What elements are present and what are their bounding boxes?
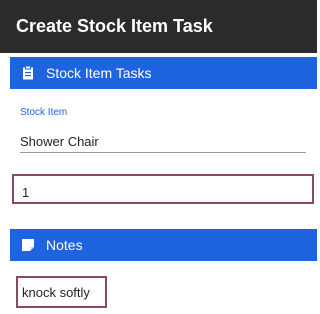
section-label: Stock Item Tasks (46, 65, 152, 81)
page-title: Create Stock Item Task (16, 16, 213, 36)
section-label: Notes (46, 237, 83, 253)
quantity-field[interactable]: 1 (12, 174, 314, 204)
notes-field[interactable]: knock softly (16, 276, 107, 308)
note-icon (20, 237, 36, 253)
section-header-stock-item-tasks[interactable]: Stock Item Tasks (10, 57, 317, 89)
stock-item-label: Stock Item (20, 107, 68, 118)
title-bar: Create Stock Item Task (0, 0, 317, 53)
section-header-notes[interactable]: Notes (10, 229, 317, 261)
clipboard-icon (20, 65, 36, 81)
stock-item-field[interactable]: Shower Chair (20, 126, 306, 153)
